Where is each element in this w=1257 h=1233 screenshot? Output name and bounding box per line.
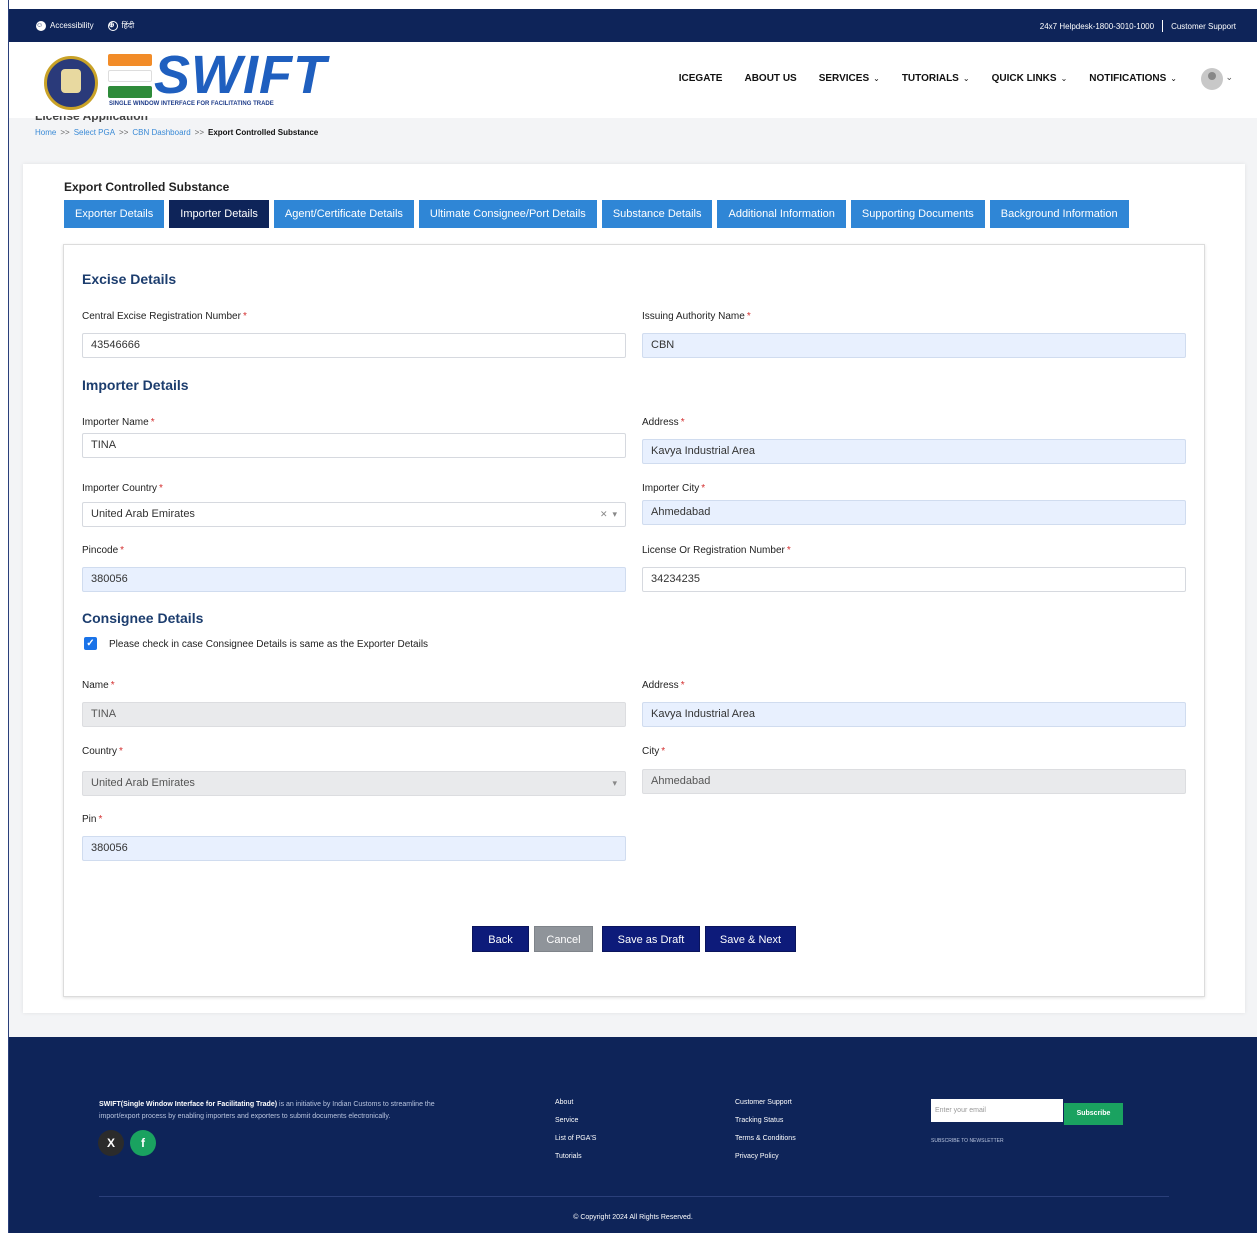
issuing-authority-label: Issuing Authority Name * — [642, 311, 751, 322]
consignee-name-label: Name * — [82, 680, 115, 691]
chevron-down-icon: ⌄ — [1060, 74, 1068, 83]
importer-address-input[interactable]: Kavya Industrial Area — [642, 439, 1186, 464]
breadcrumb-select-pga[interactable]: Select PGA — [74, 128, 115, 137]
excise-details-heading: Excise Details — [82, 271, 177, 287]
site-header: SWIFT SINGLE WINDOW INTERFACE FOR FACILI… — [9, 42, 1257, 118]
chevron-down-icon[interactable]: ⌄ — [1225, 72, 1233, 83]
dropdown-arrow-icon[interactable]: ▾ — [612, 772, 617, 795]
newsletter-email-input[interactable]: Enter your email — [931, 1099, 1063, 1122]
pincode-input[interactable]: 380056 — [82, 567, 626, 592]
tab-exporter-details[interactable]: Exporter Details — [64, 200, 165, 228]
tab-additional-information[interactable]: Additional Information — [717, 200, 846, 228]
customer-support-link[interactable]: Customer Support — [1171, 22, 1236, 31]
tab-substance-details[interactable]: Substance Details — [601, 200, 713, 228]
license-number-label: License Or Registration Number * — [642, 545, 791, 556]
footer-divider — [99, 1196, 1169, 1197]
excise-reg-label: Central Excise Registration Number * — [82, 311, 247, 322]
subscribe-button[interactable]: Subscribe — [1064, 1103, 1123, 1125]
importer-city-input[interactable]: Ahmedabad — [642, 500, 1186, 525]
swift-logo-subtitle: SINGLE WINDOW INTERFACE FOR FACILITATING… — [109, 101, 274, 107]
form-title: Export Controlled Substance — [64, 180, 230, 194]
clear-and-dropdown-icon[interactable]: ✕ ▾ — [600, 503, 617, 526]
tab-supporting-documents[interactable]: Supporting Documents — [850, 200, 985, 228]
excise-reg-number-input[interactable]: 43546666 — [82, 333, 626, 358]
importer-name-label: Importer Name * — [82, 417, 155, 428]
chevron-down-icon: ⌄ — [1170, 74, 1177, 83]
page-title: License Application — [35, 116, 148, 122]
footer-link-customer-support[interactable]: Customer Support — [735, 1099, 796, 1106]
divider — [1162, 20, 1164, 32]
chevron-down-icon: ⌄ — [873, 74, 880, 83]
x-twitter-icon[interactable]: X — [98, 1130, 124, 1156]
window-edge — [0, 0, 9, 1233]
same-as-exporter-checkbox[interactable]: ✓ — [84, 637, 97, 650]
tab-background-information[interactable]: Background Information — [989, 200, 1129, 228]
importer-details-heading: Importer Details — [82, 377, 189, 393]
globe-icon: ⊕ — [107, 20, 118, 31]
breadcrumb: Home >> Select PGA >> CBN Dashboard >> E… — [35, 128, 319, 137]
footer-link-tutorials[interactable]: Tutorials — [555, 1153, 596, 1160]
nav-icegate[interactable]: ICEGATE — [679, 73, 723, 84]
footer-link-about[interactable]: About — [555, 1099, 596, 1106]
license-number-input[interactable]: 34234235 — [642, 567, 1186, 592]
swift-flag-logo — [108, 54, 152, 98]
accessibility-link[interactable]: ☺ Accessibility — [36, 20, 94, 31]
consignee-details-heading: Consignee Details — [82, 610, 204, 626]
customs-emblem-logo — [44, 50, 100, 110]
footer-link-tracking-status[interactable]: Tracking Status — [735, 1117, 796, 1124]
save-draft-button[interactable]: Save as Draft — [602, 926, 700, 952]
footer-about-text: SWIFT(Single Window Interface for Facili… — [99, 1101, 435, 1120]
nav-notifications[interactable]: NOTIFICATIONS ⌄ — [1089, 73, 1177, 84]
footer-links-col1: About Service List of PGA'S Tutorials — [555, 1099, 596, 1171]
facebook-icon[interactable]: f — [130, 1130, 156, 1156]
consignee-address-label: Address * — [642, 680, 685, 691]
importer-name-input[interactable]: TINA — [82, 433, 626, 458]
user-avatar[interactable] — [1201, 68, 1223, 90]
footer-link-privacy-policy[interactable]: Privacy Policy — [735, 1153, 796, 1160]
consignee-pin-input[interactable]: 380056 — [82, 836, 626, 861]
newsletter-caption: SUBSCRIBE TO NEWSLETTER — [931, 1138, 1004, 1144]
nav-tutorials[interactable]: TUTORIALS ⌄ — [902, 73, 970, 84]
issuing-authority-input[interactable]: CBN — [642, 333, 1186, 358]
accessibility-icon: ☺ — [36, 20, 46, 31]
save-next-button[interactable]: Save & Next — [705, 926, 796, 952]
importer-address-label: Address * — [642, 417, 685, 428]
tab-ultimate-consignee-port-details[interactable]: Ultimate Consignee/Port Details — [418, 200, 597, 228]
breadcrumb-cbn-dashboard[interactable]: CBN Dashboard — [132, 128, 190, 137]
consignee-country-select[interactable]: United Arab Emirates ▾ — [82, 771, 626, 796]
nav-quick-links[interactable]: QUICK LINKS ⌄ — [992, 73, 1068, 84]
tab-importer-details[interactable]: Importer Details — [169, 200, 269, 228]
consignee-city-input[interactable]: Ahmedabad — [642, 769, 1186, 794]
breadcrumb-home[interactable]: Home — [35, 128, 56, 137]
footer-links-col2: Customer Support Tracking Status Terms &… — [735, 1099, 796, 1171]
back-button[interactable]: Back — [472, 926, 529, 952]
pincode-label: Pincode * — [82, 545, 125, 556]
consignee-city-label: City * — [642, 746, 666, 757]
cancel-button[interactable]: Cancel — [534, 926, 593, 952]
utility-bar: ☺ Accessibility ⊕ हिंदी 24x7 Helpdesk-18… — [9, 9, 1257, 42]
language-hindi-link[interactable]: ⊕ हिंदी — [107, 20, 134, 31]
main-nav: ICEGATE ABOUT US SERVICES ⌄ TUTORIALS ⌄ QU… — [679, 73, 1177, 84]
importer-country-label: Importer Country * — [82, 483, 163, 494]
form-tabs: Exporter Details Importer Details Agent/… — [64, 200, 1129, 228]
nav-services[interactable]: SERVICES ⌄ — [819, 73, 880, 84]
chevron-down-icon: ⌄ — [962, 74, 970, 83]
consignee-name-input[interactable]: TINA — [82, 702, 626, 727]
nav-about-us[interactable]: ABOUT US — [744, 73, 796, 84]
copyright-text: © Copyright 2024 All Rights Reserved. — [573, 1214, 693, 1221]
consignee-country-label: Country * — [82, 746, 123, 757]
same-as-exporter-label: Please check in case Consignee Details i… — [109, 639, 429, 650]
footer-link-service[interactable]: Service — [555, 1117, 596, 1124]
importer-country-select[interactable]: United Arab Emirates ✕ ▾ — [82, 502, 626, 527]
tab-agent-certificate-details[interactable]: Agent/Certificate Details — [273, 200, 414, 228]
site-footer: SWIFT(Single Window Interface for Facili… — [9, 1037, 1257, 1233]
consignee-address-input[interactable]: Kavya Industrial Area — [642, 702, 1186, 727]
breadcrumb-current: Export Controlled Substance — [207, 128, 319, 137]
footer-link-terms[interactable]: Terms & Conditions — [735, 1135, 796, 1142]
consignee-pin-label: Pin * — [82, 814, 103, 825]
footer-link-list-of-pgas[interactable]: List of PGA'S — [555, 1135, 596, 1142]
importer-city-label: Importer City * — [642, 483, 706, 494]
swift-logo-text[interactable]: SWIFT — [154, 44, 327, 106]
helpdesk-number: 24x7 Helpdesk-1800-3010-1000 — [1039, 21, 1155, 31]
